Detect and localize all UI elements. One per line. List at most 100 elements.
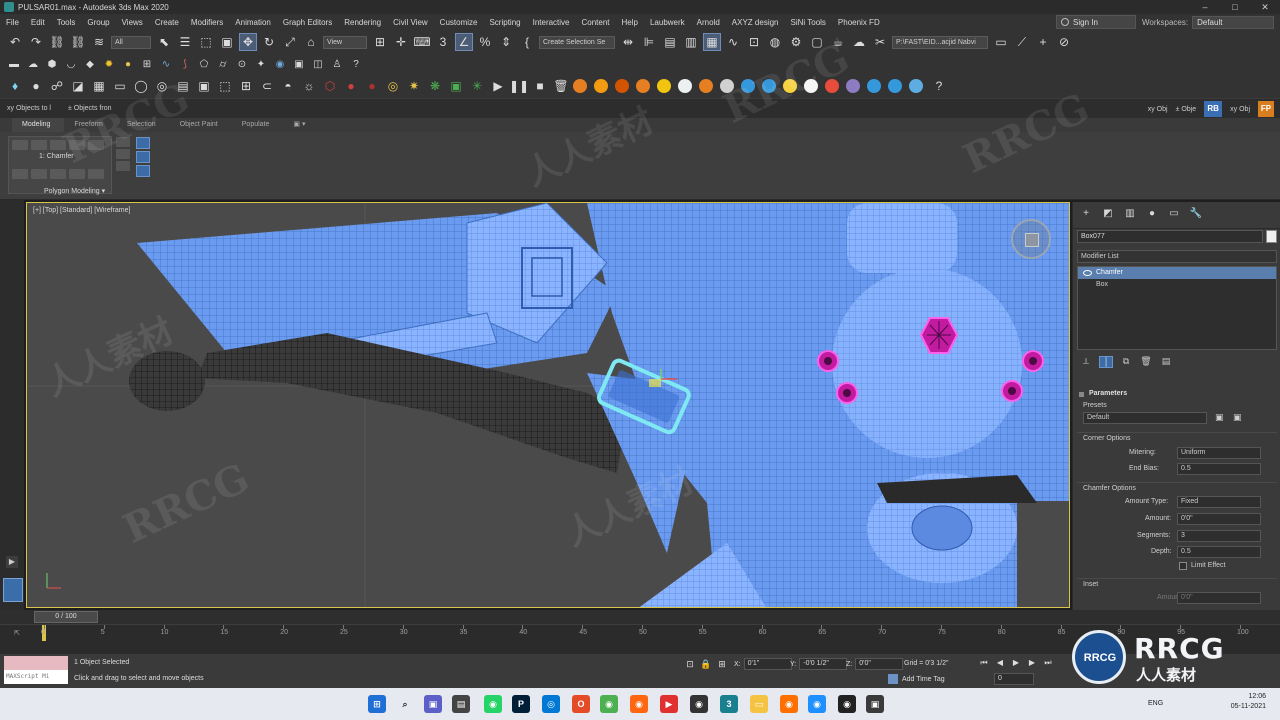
y-field[interactable]: -0'0 1/2" — [799, 658, 848, 670]
segments-spinner[interactable]: 3 — [1177, 530, 1261, 542]
time-slider-knob[interactable]: 0 / 100 — [34, 611, 98, 623]
expand-panel-icon[interactable]: ▶ — [6, 556, 18, 568]
active-tool-3[interactable] — [136, 165, 150, 177]
ribbon-options-icon[interactable]: ▣ ▾ — [283, 118, 319, 132]
xy-obj-button[interactable]: xy Obj — [1148, 106, 1168, 113]
eye-icon[interactable]: ◓ — [279, 77, 297, 95]
limit-effect-checkbox[interactable] — [1179, 562, 1187, 570]
object-icon[interactable]: ◪ — [69, 77, 87, 95]
phoenix-fire-icon[interactable] — [573, 79, 587, 93]
menu-file[interactable]: File — [0, 18, 25, 27]
menu-help[interactable]: Help — [616, 18, 644, 27]
whatsapp-icon[interactable]: ◉ — [484, 695, 502, 713]
magnet-icon[interactable]: ⊂ — [258, 77, 276, 95]
bowl-icon[interactable]: ◡ — [63, 56, 79, 72]
menu-sini-tools[interactable]: SiNi Tools — [785, 18, 832, 27]
selection-filter-dropdown[interactable]: All — [111, 35, 151, 49]
globe-icon[interactable]: ◉ — [272, 56, 288, 72]
top-viewport[interactable]: [+] [Top] [Standard] [Wireframe] — [26, 202, 1070, 608]
curve-icon[interactable]: ∿ — [158, 56, 174, 72]
phoenix-dots-icon[interactable] — [657, 79, 671, 93]
vertex-icon[interactable] — [12, 140, 28, 150]
create-tab-icon[interactable]: + — [1077, 208, 1095, 222]
phoenix-source-icon[interactable] — [636, 79, 650, 93]
menu-interactive[interactable]: Interactive — [527, 18, 576, 27]
undo-icon[interactable]: ↶ — [6, 33, 24, 51]
wand-icon[interactable]: ⟋ — [1013, 33, 1031, 51]
material-editor-icon[interactable]: ◍ — [766, 33, 784, 51]
depth-spinner[interactable]: 0.5 — [1177, 546, 1261, 558]
toggle-scene-explorer-icon[interactable]: ▤ — [661, 33, 679, 51]
end-bias-spinner[interactable]: 0.5 — [1177, 463, 1261, 475]
utilities-tab-icon[interactable]: 🔧 — [1187, 208, 1205, 222]
menu-views[interactable]: Views — [116, 18, 149, 27]
phoenix-box-icon[interactable] — [846, 79, 860, 93]
inset-amount-spinner[interactable]: 0'0" — [1177, 592, 1261, 604]
media-icon[interactable]: ▶ — [660, 695, 678, 713]
menu-civil-view[interactable]: Civil View — [387, 18, 434, 27]
reference-coordinate-dropdown[interactable]: View — [323, 35, 367, 49]
add-time-tag[interactable]: Add Time Tag — [888, 674, 945, 684]
next-frame-icon[interactable]: ▶ — [1026, 657, 1038, 669]
select-and-scale-icon[interactable]: ⤢ — [281, 33, 299, 51]
objects-to-layer-button[interactable]: xy Objects to l — [7, 105, 51, 112]
frame-icon[interactable]: ▣ — [195, 77, 213, 95]
curve-editor-icon[interactable]: ∿ — [724, 33, 742, 51]
current-frame-field[interactable]: 0 — [994, 673, 1034, 685]
trash-icon[interactable]: 🗑 — [552, 77, 570, 95]
percent-snap-icon[interactable]: % — [476, 33, 494, 51]
link-icon[interactable]: ⛓ — [48, 33, 66, 51]
sphere-icon[interactable]: ● — [120, 56, 136, 72]
teams-icon[interactable]: ▣ — [424, 695, 442, 713]
select-and-rotate-icon[interactable]: ↻ — [260, 33, 278, 51]
red-cube-icon[interactable]: ⬡ — [321, 77, 339, 95]
toggle-ribbon-icon[interactable]: ▦ — [703, 33, 721, 51]
select-object-icon[interactable]: ⬉ — [155, 33, 173, 51]
menu-animation[interactable]: Animation — [229, 18, 277, 27]
previous-frame-icon[interactable]: ◀ — [994, 657, 1006, 669]
maximize-button[interactable]: □ — [1220, 0, 1250, 14]
hexagon-icon[interactable]: ⬢ — [44, 56, 60, 72]
minimize-button[interactable]: – — [1190, 0, 1220, 14]
yellow-star-icon[interactable]: ✷ — [405, 77, 423, 95]
inset-section[interactable]: Inset — [1077, 578, 1277, 590]
grid-icon[interactable]: ⊞ — [139, 56, 155, 72]
file-explorer-icon[interactable]: ▭ — [750, 695, 768, 713]
align-icon[interactable]: ⊫ — [640, 33, 658, 51]
camera-icon[interactable]: ⊙ — [234, 56, 250, 72]
green-gear-icon[interactable]: ❋ — [426, 77, 444, 95]
play-animation-icon[interactable]: ▶ — [1010, 657, 1022, 669]
menu-customize[interactable]: Customize — [434, 18, 484, 27]
help-question-icon[interactable]: ? — [930, 77, 948, 95]
phoenix-smoke-icon[interactable] — [594, 79, 608, 93]
parameters-rollout-title[interactable]: Parameters — [1077, 390, 1277, 397]
3dsmax-taskbar-icon[interactable]: 3 — [720, 695, 738, 713]
object-name-field[interactable]: Box077 — [1077, 230, 1263, 243]
yellow-ring-icon[interactable]: ◎ — [384, 77, 402, 95]
blender-icon[interactable]: ◉ — [780, 695, 798, 713]
eye-icon[interactable] — [1083, 270, 1092, 276]
menu-modifiers[interactable]: Modifiers — [185, 18, 229, 27]
search-icon[interactable]: ⌕ — [396, 695, 414, 713]
go-to-end-icon[interactable]: ⏭ — [1042, 657, 1054, 669]
menu-group[interactable]: Group — [81, 18, 115, 27]
help-circle-icon[interactable]: ? — [348, 56, 364, 72]
tab-populate[interactable]: Populate — [232, 118, 284, 132]
cube-outline-icon[interactable]: ⬚ — [216, 77, 234, 95]
window-crossing-icon[interactable]: ▣ — [218, 33, 236, 51]
add-icon[interactable]: + — [1034, 33, 1052, 51]
mitering-dropdown[interactable]: Uniform — [1177, 447, 1261, 459]
mirror-icon[interactable]: ⇹ — [619, 33, 637, 51]
phoenix-refresh-icon[interactable] — [888, 79, 902, 93]
pin-icon[interactable]: ♦ — [6, 77, 24, 95]
menu-axyz-design[interactable]: AXYZ design — [726, 18, 785, 27]
rectangle-selection-icon[interactable]: ⬚ — [197, 33, 215, 51]
network-icon[interactable]: ☍ — [48, 77, 66, 95]
motion-tab-icon[interactable]: ● — [1143, 208, 1161, 222]
bulb-icon[interactable]: ● — [27, 77, 45, 95]
tube-icon[interactable]: ◫ — [310, 56, 326, 72]
project-folder-icon[interactable]: ▭ — [992, 33, 1010, 51]
unlink-icon[interactable]: ⛓ — [69, 33, 87, 51]
edge-icon[interactable]: ◎ — [542, 695, 560, 713]
menu-edit[interactable]: Edit — [25, 18, 51, 27]
